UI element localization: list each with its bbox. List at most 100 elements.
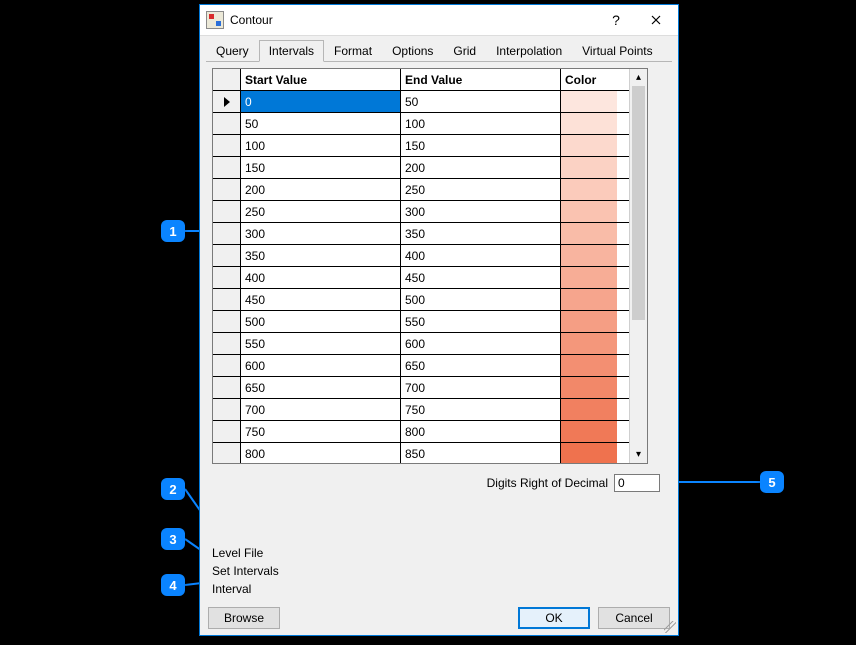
cell-color[interactable] (561, 399, 617, 420)
tab-intervals[interactable]: Intervals (259, 40, 324, 62)
scroll-thumb[interactable] (632, 86, 645, 320)
resize-grip-icon[interactable] (664, 621, 676, 633)
tab-interpolation[interactable]: Interpolation (486, 40, 572, 61)
table-row[interactable]: 800850 (213, 443, 629, 463)
cell-end[interactable]: 850 (401, 443, 561, 463)
cell-end[interactable]: 150 (401, 135, 561, 156)
cell-end[interactable]: 600 (401, 333, 561, 354)
row-header[interactable] (213, 355, 241, 376)
col-header-start[interactable]: Start Value (241, 69, 401, 90)
set-intervals-link[interactable]: Set Intervals (210, 563, 281, 579)
row-header[interactable] (213, 157, 241, 178)
table-row[interactable]: 350400 (213, 245, 629, 267)
tab-format[interactable]: Format (324, 40, 382, 61)
cell-start[interactable]: 650 (241, 377, 401, 398)
table-row[interactable]: 150200 (213, 157, 629, 179)
cell-start[interactable]: 750 (241, 421, 401, 442)
cell-end[interactable]: 300 (401, 201, 561, 222)
table-row[interactable]: 450500 (213, 289, 629, 311)
col-header-end[interactable]: End Value (401, 69, 561, 90)
ok-button[interactable]: OK (518, 607, 590, 629)
cell-start[interactable]: 200 (241, 179, 401, 200)
cell-start[interactable]: 300 (241, 223, 401, 244)
cell-start[interactable]: 450 (241, 289, 401, 310)
level-file-link[interactable]: Level File (210, 545, 281, 561)
cell-color[interactable] (561, 443, 617, 463)
cell-end[interactable]: 350 (401, 223, 561, 244)
cell-color[interactable] (561, 377, 617, 398)
cell-start[interactable]: 150 (241, 157, 401, 178)
cell-color[interactable] (561, 289, 617, 310)
table-row[interactable]: 500550 (213, 311, 629, 333)
row-header[interactable] (213, 179, 241, 200)
row-header[interactable] (213, 421, 241, 442)
cell-start[interactable]: 50 (241, 113, 401, 134)
cell-start[interactable]: 600 (241, 355, 401, 376)
scroll-up-icon[interactable]: ▴ (630, 69, 647, 86)
cell-start[interactable]: 700 (241, 399, 401, 420)
close-button[interactable] (636, 6, 676, 34)
cell-start[interactable]: 400 (241, 267, 401, 288)
table-row[interactable]: 550600 (213, 333, 629, 355)
scroll-track[interactable] (630, 86, 647, 446)
table-row[interactable]: 100150 (213, 135, 629, 157)
tab-options[interactable]: Options (382, 40, 443, 61)
cell-color[interactable] (561, 355, 617, 376)
cell-end[interactable]: 200 (401, 157, 561, 178)
table-row[interactable]: 50100 (213, 113, 629, 135)
row-header[interactable] (213, 245, 241, 266)
row-header[interactable] (213, 201, 241, 222)
cell-color[interactable] (561, 179, 617, 200)
cell-color[interactable] (561, 113, 617, 134)
cell-color[interactable] (561, 245, 617, 266)
tab-grid[interactable]: Grid (443, 40, 486, 61)
cell-color[interactable] (561, 421, 617, 442)
row-header[interactable] (213, 91, 241, 112)
row-header[interactable] (213, 399, 241, 420)
row-header[interactable] (213, 311, 241, 332)
cell-end[interactable]: 500 (401, 289, 561, 310)
cell-color[interactable] (561, 267, 617, 288)
cell-color[interactable] (561, 333, 617, 354)
tab-query[interactable]: Query (206, 40, 259, 61)
cell-start[interactable]: 100 (241, 135, 401, 156)
scroll-down-icon[interactable]: ▾ (630, 446, 647, 463)
row-header[interactable] (213, 289, 241, 310)
cell-end[interactable]: 650 (401, 355, 561, 376)
cell-color[interactable] (561, 223, 617, 244)
cell-color[interactable] (561, 135, 617, 156)
cell-start[interactable]: 0 (241, 91, 401, 112)
cell-color[interactable] (561, 157, 617, 178)
table-row[interactable]: 750800 (213, 421, 629, 443)
cell-start[interactable]: 800 (241, 443, 401, 463)
cell-start[interactable]: 500 (241, 311, 401, 332)
browse-button[interactable]: Browse (208, 607, 280, 629)
cell-end[interactable]: 250 (401, 179, 561, 200)
grid-scrollbar[interactable]: ▴ ▾ (629, 69, 647, 463)
table-row[interactable]: 650700 (213, 377, 629, 399)
help-button[interactable]: ? (596, 6, 636, 34)
cell-end[interactable]: 400 (401, 245, 561, 266)
cancel-button[interactable]: Cancel (598, 607, 670, 629)
table-row[interactable]: 700750 (213, 399, 629, 421)
table-row[interactable]: 200250 (213, 179, 629, 201)
row-header[interactable] (213, 267, 241, 288)
cell-start[interactable]: 250 (241, 201, 401, 222)
row-header[interactable] (213, 223, 241, 244)
cell-end[interactable]: 450 (401, 267, 561, 288)
digits-input[interactable] (614, 474, 660, 492)
cell-start[interactable]: 350 (241, 245, 401, 266)
table-row[interactable]: 300350 (213, 223, 629, 245)
cell-color[interactable] (561, 91, 617, 112)
table-row[interactable]: 050 (213, 91, 629, 113)
table-row[interactable]: 600650 (213, 355, 629, 377)
row-header[interactable] (213, 135, 241, 156)
cell-end[interactable]: 700 (401, 377, 561, 398)
row-header[interactable] (213, 443, 241, 463)
cell-start[interactable]: 550 (241, 333, 401, 354)
row-header[interactable] (213, 377, 241, 398)
row-header[interactable] (213, 113, 241, 134)
cell-end[interactable]: 750 (401, 399, 561, 420)
tab-virtual-points[interactable]: Virtual Points (572, 40, 662, 61)
col-header-color[interactable]: Color (561, 69, 617, 90)
